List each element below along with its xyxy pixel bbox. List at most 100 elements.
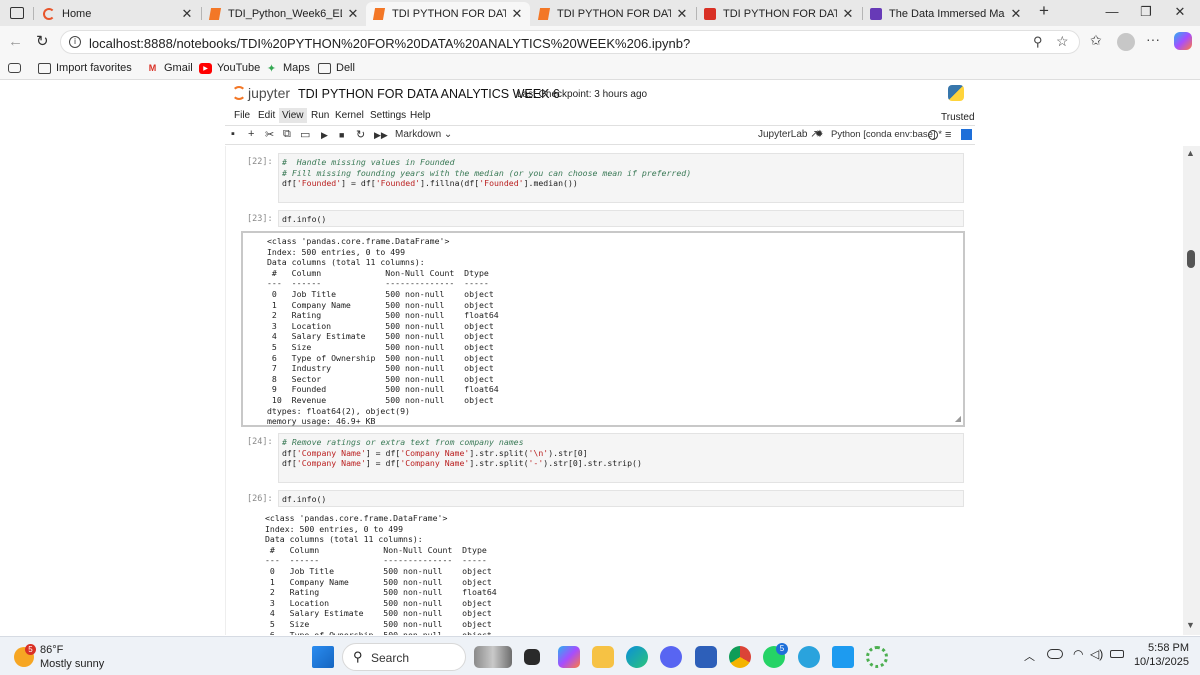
- paste-icon[interactable]: ▭: [300, 128, 310, 141]
- volume-icon[interactable]: ◁): [1090, 647, 1103, 661]
- task-view-icon[interactable]: [524, 649, 540, 665]
- weather-widget[interactable]: 5 86°F Mostly sunny: [12, 644, 122, 672]
- cut-icon[interactable]: ✂: [265, 128, 274, 141]
- copilot-taskbar-icon[interactable]: [558, 646, 580, 668]
- output-area[interactable]: <class 'pandas.core.frame.DataFrame'> In…: [241, 231, 965, 427]
- jupyter-brand[interactable]: jupyter: [248, 85, 290, 101]
- windows-start-icon[interactable]: [312, 646, 334, 668]
- resize-handle-icon[interactable]: ◢: [955, 414, 961, 423]
- pdf-icon: [703, 7, 717, 21]
- file-explorer-icon[interactable]: [592, 646, 614, 668]
- cell-prompt: [24]:: [247, 437, 273, 447]
- favorites-icon[interactable]: ✩: [1090, 32, 1102, 49]
- scroll-up-icon[interactable]: ▲: [1186, 148, 1195, 158]
- taskbar-search[interactable]: ⚲ Search: [342, 643, 466, 671]
- more-menu-icon[interactable]: ···: [1146, 31, 1160, 47]
- menu-kernel[interactable]: Kernel: [335, 110, 364, 121]
- menu-help[interactable]: Help: [410, 110, 431, 121]
- back-arrow-icon[interactable]: ←: [8, 33, 23, 50]
- edge-browser-icon[interactable]: [626, 646, 648, 668]
- code-text[interactable]: df.info(): [282, 494, 326, 505]
- kernel-name[interactable]: Python [conda env:base] *: [831, 129, 942, 140]
- close-icon[interactable]: ✕: [510, 6, 524, 22]
- code-cell[interactable]: df.info(): [278, 490, 964, 507]
- profile-avatar[interactable]: [1117, 33, 1135, 51]
- favorite-star-icon[interactable]: ☆: [1056, 33, 1069, 50]
- menu-edit[interactable]: Edit: [258, 110, 275, 121]
- chrome-icon[interactable]: [729, 646, 751, 668]
- jupyter-logo-icon[interactable]: [232, 86, 246, 100]
- python-logo-icon: [948, 85, 964, 101]
- output-text: <class 'pandas.core.frame.DataFrame'> In…: [265, 513, 497, 635]
- insert-cell-icon[interactable]: +: [248, 128, 254, 140]
- tab-title: TDI PYTHON FOR DATA ANA: [392, 8, 506, 20]
- widgets-image-icon[interactable]: [474, 646, 512, 668]
- gear-icon[interactable]: ✹: [815, 129, 823, 140]
- notebook-area[interactable]: [22]: # Handle missing values in Founded…: [225, 146, 975, 635]
- code-cell[interactable]: df.info(): [278, 210, 964, 227]
- restore-button[interactable]: ❐: [1132, 4, 1160, 22]
- url-field[interactable]: i localhost:8888/notebooks/TDI%20PYTHON%…: [60, 30, 1080, 54]
- menu-view[interactable]: View: [279, 108, 307, 123]
- bookmark-import-favorites[interactable]: Import favorites: [38, 62, 132, 74]
- code-text[interactable]: df.info(): [282, 214, 326, 225]
- sidebar-toggle-icon[interactable]: [10, 7, 24, 19]
- trusted-indicator[interactable]: Trusted: [941, 112, 975, 123]
- close-icon[interactable]: ✕: [841, 6, 855, 22]
- minimize-button[interactable]: —: [1098, 4, 1126, 22]
- tab-notebook-2[interactable]: TDI PYTHON FOR DATA ANA ✕: [531, 2, 695, 26]
- tab-pdf[interactable]: TDI PYTHON FOR DATA ANA ✕: [697, 2, 861, 26]
- menu-settings[interactable]: Settings: [370, 110, 406, 121]
- close-icon[interactable]: ✕: [346, 6, 360, 22]
- tab-home[interactable]: Home ✕: [36, 2, 200, 26]
- close-icon[interactable]: ✕: [180, 6, 194, 22]
- code-cell[interactable]: # Remove ratings or extra text from comp…: [278, 433, 964, 483]
- notebook-icon[interactable]: [961, 129, 972, 140]
- telegram-icon[interactable]: [798, 646, 820, 668]
- tab-active-notebook[interactable]: TDI PYTHON FOR DATA ANA ✕: [366, 2, 530, 26]
- code-cell[interactable]: # Handle missing values in Founded # Fil…: [278, 153, 964, 203]
- new-tab-button[interactable]: +: [1030, 1, 1058, 20]
- tab-week6-eda[interactable]: TDI_Python_Week6_EDA (1) ✕: [202, 2, 366, 26]
- bookmark-youtube[interactable]: ▶ YouTube: [199, 62, 260, 74]
- fast-forward-icon[interactable]: ▶▶: [374, 130, 388, 141]
- vertical-scrollbar[interactable]: ▲ ▼: [1183, 146, 1200, 635]
- clock-date[interactable]: 10/13/2025: [1133, 656, 1189, 668]
- scroll-thumb[interactable]: [1187, 250, 1195, 268]
- info-icon[interactable]: i: [69, 36, 81, 48]
- bookmark-gmail[interactable]: M Gmail: [146, 62, 193, 74]
- restart-icon[interactable]: ↻: [356, 128, 365, 141]
- run-icon[interactable]: ▶: [321, 130, 328, 141]
- stop-icon[interactable]: ■: [339, 130, 344, 140]
- menu-file[interactable]: File: [234, 110, 250, 121]
- code-text[interactable]: # Handle missing values in Founded # Fil…: [282, 157, 691, 189]
- tab-form[interactable]: The Data Immersed Main Su ✕: [863, 2, 1029, 26]
- close-window-button[interactable]: ✕: [1166, 4, 1194, 22]
- close-icon[interactable]: ✕: [1009, 6, 1023, 22]
- menu-run[interactable]: Run: [311, 110, 329, 121]
- jupyterlab-link[interactable]: JupyterLab ↗: [758, 129, 819, 140]
- close-icon[interactable]: ✕: [675, 6, 689, 22]
- cloud-icon[interactable]: [1047, 649, 1063, 659]
- save-icon[interactable]: ▪: [231, 128, 235, 140]
- clock-time[interactable]: 5:58 PM: [1143, 642, 1189, 654]
- battery-icon[interactable]: [1110, 650, 1124, 658]
- cell-type-select[interactable]: Markdown ⌄: [395, 129, 452, 140]
- code-text[interactable]: # Remove ratings or extra text from comp…: [282, 437, 642, 469]
- bookmark-maps[interactable]: ✦ Maps: [265, 62, 310, 75]
- copilot-icon[interactable]: [1174, 32, 1192, 50]
- twitter-icon[interactable]: [832, 646, 854, 668]
- refresh-icon[interactable]: ↻: [36, 32, 49, 50]
- spinner-app-icon[interactable]: [866, 646, 888, 668]
- scroll-down-icon[interactable]: ▼: [1186, 620, 1195, 630]
- bookmark-dell[interactable]: Dell: [318, 62, 355, 74]
- store-icon[interactable]: [695, 646, 717, 668]
- menu-lines-icon[interactable]: ≡: [945, 129, 951, 141]
- reading-view-icon[interactable]: [8, 63, 21, 73]
- copy-icon[interactable]: ⧉: [283, 128, 291, 141]
- output-area[interactable]: <class 'pandas.core.frame.DataFrame'> In…: [241, 510, 965, 635]
- wifi-icon[interactable]: ◠: [1073, 647, 1083, 661]
- chevron-up-icon[interactable]: ︿: [1024, 648, 1035, 664]
- zoom-icon[interactable]: ⚲: [1033, 34, 1043, 50]
- discord-icon[interactable]: [660, 646, 682, 668]
